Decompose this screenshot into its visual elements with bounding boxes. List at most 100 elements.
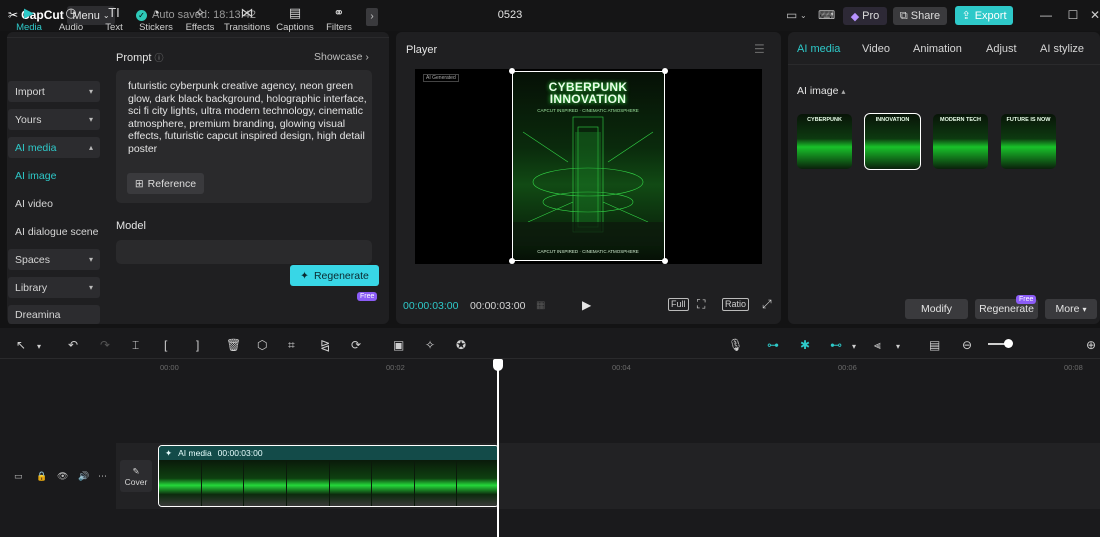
resize-handle[interactable] bbox=[509, 258, 515, 264]
prompt-text[interactable]: futuristic cyberpunk creative agency, ne… bbox=[128, 80, 368, 155]
resize-handle[interactable] bbox=[662, 258, 668, 264]
tab-ai-media[interactable]: AI media bbox=[797, 43, 840, 55]
tab-audio[interactable]: ◷ Audio bbox=[51, 5, 91, 33]
ai-image-thumbnail[interactable]: INNOVATION bbox=[864, 113, 921, 170]
split-right-icon[interactable]: ] bbox=[196, 338, 199, 352]
chevron-down-icon[interactable]: ▾ bbox=[37, 342, 41, 351]
link-icon[interactable]: ⊷ bbox=[830, 338, 842, 352]
tab-filters[interactable]: ⚭ Filters bbox=[319, 5, 359, 33]
zoom-in-icon[interactable]: ⊕ bbox=[1086, 338, 1096, 352]
export-button[interactable]: ⇪ Export bbox=[955, 6, 1013, 25]
tab-animation[interactable]: Animation bbox=[913, 43, 962, 55]
info-icon[interactable]: ⓘ bbox=[155, 53, 164, 63]
lock-icon[interactable]: 🔒 bbox=[36, 471, 47, 482]
tab-stickers[interactable]: ◔ Stickers bbox=[136, 5, 176, 33]
zoom-out-icon[interactable]: ⊖ bbox=[962, 338, 972, 352]
time-ruler[interactable] bbox=[116, 359, 1100, 373]
ai-image-section[interactable]: AI image ▴ bbox=[797, 85, 845, 97]
layout-icon[interactable]: ▭ bbox=[786, 8, 797, 22]
tabs-scroll-right-icon[interactable]: › bbox=[366, 8, 378, 26]
split-icon[interactable]: ⌶ bbox=[132, 338, 139, 353]
speaker-icon[interactable]: 🔊 bbox=[78, 471, 89, 482]
playhead-handle[interactable] bbox=[493, 359, 503, 371]
magic-wand-icon[interactable]: ✧ bbox=[425, 338, 435, 352]
project-title[interactable]: 0523 bbox=[480, 9, 540, 21]
sidebar-item-spaces[interactable]: Spaces ▾ bbox=[8, 249, 100, 270]
microphone-icon[interactable]: 🎙 bbox=[728, 338, 743, 352]
reference-button[interactable]: ⊞ Reference bbox=[127, 173, 204, 194]
showcase-link[interactable]: Showcase › bbox=[314, 51, 369, 63]
more-icon[interactable]: ⋯ bbox=[98, 471, 107, 482]
minimize-icon[interactable]: — bbox=[1039, 8, 1053, 22]
tab-adjust[interactable]: Adjust bbox=[986, 43, 1017, 55]
ai-person-icon[interactable]: ✪ bbox=[456, 338, 466, 352]
chevron-down-icon: ▾ bbox=[1082, 304, 1087, 314]
share-button[interactable]: ⧉ Share bbox=[893, 7, 947, 25]
sidebar-item-library[interactable]: Library ▾ bbox=[8, 277, 100, 298]
sidebar-item-import[interactable]: Import ▾ bbox=[8, 81, 100, 102]
sidebar-item-ai-video[interactable]: AI video bbox=[8, 193, 100, 214]
ai-image-thumbnail[interactable]: CYBERPUNK bbox=[797, 114, 852, 169]
select-cursor-icon[interactable]: ↖ bbox=[16, 338, 26, 352]
waveform-icon[interactable]: ▦ bbox=[536, 300, 545, 311]
caption-track-icon[interactable]: ▤ bbox=[929, 338, 940, 352]
eye-icon[interactable]: 👁 bbox=[57, 471, 68, 482]
tab-label: Text bbox=[105, 22, 123, 33]
layout-chevron-icon[interactable]: ⌄ bbox=[800, 11, 807, 20]
zoom-slider-thumb[interactable] bbox=[1004, 339, 1013, 348]
sparkle-icon: ✦ bbox=[300, 269, 309, 282]
auto-snap-icon[interactable]: ✱ bbox=[800, 338, 810, 352]
fit-icon[interactable]: ⛶ bbox=[697, 297, 705, 312]
rotate-icon[interactable]: ⟳ bbox=[351, 338, 361, 352]
tab-ai-stylize[interactable]: AI stylize bbox=[1040, 43, 1084, 55]
split-left-icon[interactable]: [ bbox=[164, 338, 167, 352]
delete-icon[interactable]: 🗑 bbox=[226, 338, 241, 352]
chevron-up-icon: ▴ bbox=[88, 143, 93, 152]
hamburger-icon[interactable]: ☰ bbox=[754, 42, 765, 56]
filters-icon: ⚭ bbox=[333, 5, 345, 20]
sidebar-item-dreamina[interactable]: Dreamina bbox=[8, 305, 100, 324]
sidebar-item-ai-image[interactable]: AI image bbox=[8, 165, 100, 186]
resize-handle[interactable] bbox=[509, 68, 515, 74]
mask-icon[interactable]: ⬡ bbox=[257, 338, 267, 352]
crop-icon[interactable]: ⌗ bbox=[288, 338, 295, 353]
model-select[interactable] bbox=[116, 240, 372, 264]
tab-effects[interactable]: ✧ Effects bbox=[180, 5, 220, 33]
tab-text[interactable]: TI Text bbox=[94, 5, 134, 33]
ai-image-thumbnail[interactable]: MODERN TECH bbox=[933, 114, 988, 169]
modify-button[interactable]: Modify bbox=[905, 299, 968, 319]
redo-icon[interactable]: ↷ bbox=[100, 338, 110, 352]
tab-media[interactable]: ▶ Media bbox=[9, 5, 49, 33]
chevron-down-icon[interactable]: ▾ bbox=[896, 342, 900, 351]
tab-transitions[interactable]: ⋈ Transitions bbox=[224, 5, 270, 33]
maximize-icon[interactable]: ☐ bbox=[1066, 8, 1080, 22]
resize-handle[interactable] bbox=[662, 68, 668, 74]
hd-icon[interactable]: ▣ bbox=[393, 338, 404, 352]
ratio-button[interactable]: Ratio bbox=[722, 298, 750, 311]
mirror-icon[interactable]: ⧎ bbox=[320, 338, 330, 352]
close-icon[interactable]: ✕ bbox=[1088, 8, 1100, 22]
keyboard-icon[interactable]: ⌨ bbox=[818, 8, 835, 22]
regenerate-button[interactable]: ✦ Regenerate bbox=[290, 265, 379, 286]
tab-divider bbox=[7, 37, 389, 38]
tab-video[interactable]: Video bbox=[862, 43, 890, 55]
fullscreen-icon[interactable]: ⤢ bbox=[762, 297, 772, 312]
pro-button[interactable]: ◆ Pro bbox=[843, 7, 887, 25]
chevron-down-icon[interactable]: ▾ bbox=[852, 342, 856, 351]
timeline-clip[interactable]: ✦ AI media 00:00:03:00 bbox=[158, 445, 499, 507]
sidebar-item-ai-dialogue-scene[interactable]: AI dialogue scene bbox=[8, 221, 108, 242]
playhead[interactable] bbox=[497, 360, 499, 537]
main-track-magnet-icon[interactable]: ⊶ bbox=[767, 338, 779, 352]
preview-axis-icon[interactable]: ⫷ bbox=[874, 338, 881, 353]
ai-image-thumbnail[interactable]: FUTURE IS NOW bbox=[1001, 114, 1056, 169]
poster-frame[interactable]: CYBERPUNK INNOVATION CAPCUT INSPIRED · C… bbox=[512, 71, 665, 261]
full-quality-button[interactable]: Full bbox=[668, 298, 689, 311]
track-type-icon[interactable]: ▭ bbox=[14, 471, 23, 482]
sidebar-item-ai-media[interactable]: AI media ▴ bbox=[8, 137, 100, 158]
tab-captions[interactable]: ▤ Captions bbox=[275, 5, 315, 33]
cover-button[interactable]: ✎ Cover bbox=[120, 460, 152, 492]
undo-icon[interactable]: ↶ bbox=[68, 338, 78, 352]
play-icon[interactable]: ▶ bbox=[582, 298, 591, 312]
sidebar-item-yours[interactable]: Yours ▾ bbox=[8, 109, 100, 130]
more-button[interactable]: More ▾ bbox=[1045, 299, 1097, 319]
